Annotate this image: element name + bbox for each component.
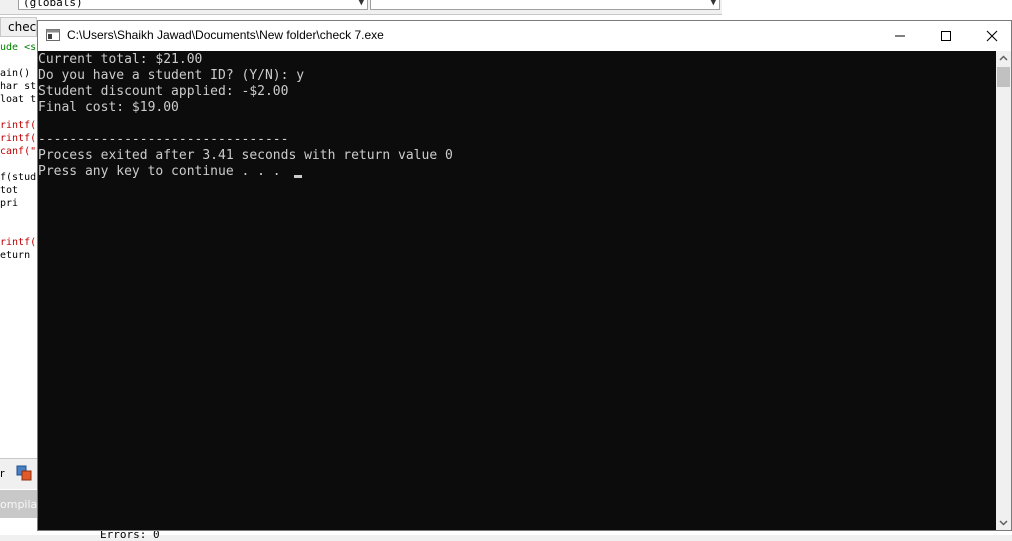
maximize-button[interactable]: [923, 21, 969, 51]
console-app-icon: [46, 29, 60, 41]
code-line: eturn: [0, 250, 31, 261]
console-line: Process exited after 3.41 seconds with r…: [38, 148, 453, 163]
scroll-up-icon[interactable]: [996, 51, 1011, 66]
text-cursor: [294, 175, 302, 178]
code-line: rintf(: [0, 237, 37, 248]
scroll-down-icon[interactable]: [996, 515, 1011, 530]
close-button[interactable]: [969, 21, 1012, 51]
vertical-scrollbar[interactable]: [996, 51, 1011, 530]
console-line: Do you have a student ID? (Y/N): y: [38, 68, 305, 83]
code-line: pri: [0, 198, 19, 209]
window-title: C:\Users\Shaikh Jawad\Documents\New fold…: [67, 28, 384, 42]
compiler-tab[interactable]: ompila: [0, 490, 37, 518]
code-line: canf(": [0, 146, 37, 157]
code-line: tot: [0, 185, 19, 196]
code-line: rintf(: [0, 120, 37, 131]
maximize-icon: [941, 31, 951, 41]
minimize-button[interactable]: [877, 21, 923, 51]
status-label: r: [0, 467, 5, 480]
code-line: har st: [0, 81, 37, 92]
function-combo[interactable]: ▼: [370, 0, 720, 10]
console-line: Current total: $21.00: [38, 52, 203, 67]
title-bar[interactable]: C:\Users\Shaikh Jawad\Documents\New fold…: [38, 21, 1011, 51]
scroll-thumb[interactable]: [997, 67, 1010, 87]
console-line: --------------------------------: [38, 132, 289, 147]
editor-tab-label: check: [8, 20, 37, 34]
scope-combo-value: (globals): [23, 0, 83, 9]
code-editor[interactable]: ude <s ain() har st loat t rintf( rintf(…: [0, 38, 37, 456]
code-line: ude <s: [0, 42, 37, 53]
chevron-down-icon: ▼: [710, 0, 716, 8]
console-output[interactable]: Current total: $21.00 Do you have a stud…: [38, 51, 996, 530]
console-line: Final cost: $19.00: [38, 100, 179, 115]
scope-combo[interactable]: (globals) ▼: [18, 0, 368, 10]
ide-status-strip: r: [0, 458, 37, 489]
windows-icon[interactable]: [16, 465, 32, 481]
code-line: ain(): [0, 68, 31, 79]
editor-tab[interactable]: check: [0, 17, 37, 37]
console-line: Student discount applied: -$2.00: [38, 84, 289, 99]
code-line: f(stud: [0, 172, 37, 183]
console-line: Press any key to continue . . .: [38, 164, 289, 179]
console-window[interactable]: C:\Users\Shaikh Jawad\Documents\New fold…: [37, 20, 1012, 531]
compiler-tab-label: ompila: [0, 498, 38, 511]
chevron-down-icon: ▼: [358, 0, 364, 8]
code-line: rintf(: [0, 133, 37, 144]
ide-toolbar: (globals) ▼ ▼: [0, 0, 722, 15]
close-icon: [986, 30, 998, 42]
minimize-icon: [895, 35, 905, 37]
code-line: loat t: [0, 94, 37, 105]
